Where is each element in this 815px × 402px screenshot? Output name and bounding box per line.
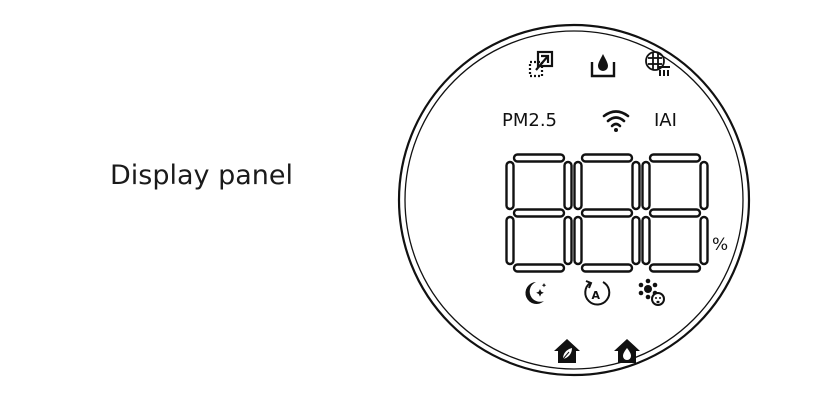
segment-f (573, 160, 583, 211)
segment-b (631, 160, 641, 211)
segment-c (631, 215, 641, 266)
display-panel-diagram: PM2.5 IAI % A (397, 23, 751, 377)
segment-d (580, 263, 634, 273)
home-purify-icon (554, 339, 580, 363)
svg-text:A: A (592, 289, 601, 302)
segment-a (648, 153, 702, 163)
digit-1 (505, 153, 573, 273)
segment-b (699, 160, 709, 211)
segment-d (512, 263, 566, 273)
segment-d (648, 263, 702, 273)
iai-label: IAI (654, 110, 677, 131)
allergen-mode-icon (638, 278, 665, 306)
digit-3 (641, 153, 709, 273)
segment-f (505, 160, 515, 211)
segment-g (512, 208, 566, 218)
filter-replace-icon (528, 50, 554, 78)
segment-c (563, 215, 573, 266)
segment-a (512, 153, 566, 163)
water-tank-icon (590, 54, 616, 78)
segment-g (580, 208, 634, 218)
segment-a (580, 153, 634, 163)
seven-segment-display (505, 153, 709, 273)
sleep-mode-icon (525, 282, 547, 304)
segment-e (505, 215, 515, 266)
segment-f (641, 160, 651, 211)
segment-c (699, 215, 709, 266)
segment-e (641, 215, 651, 266)
home-humidify-icon (614, 339, 640, 363)
unit-label: % (712, 235, 728, 255)
wifi-icon (602, 110, 630, 132)
auto-mode-icon: A (584, 280, 611, 306)
segment-b (563, 160, 573, 211)
digit-2 (573, 153, 641, 273)
segment-e (573, 215, 583, 266)
segment-g (648, 208, 702, 218)
pm25-label: PM2.5 (502, 110, 557, 131)
filter-clean-icon (645, 51, 670, 76)
